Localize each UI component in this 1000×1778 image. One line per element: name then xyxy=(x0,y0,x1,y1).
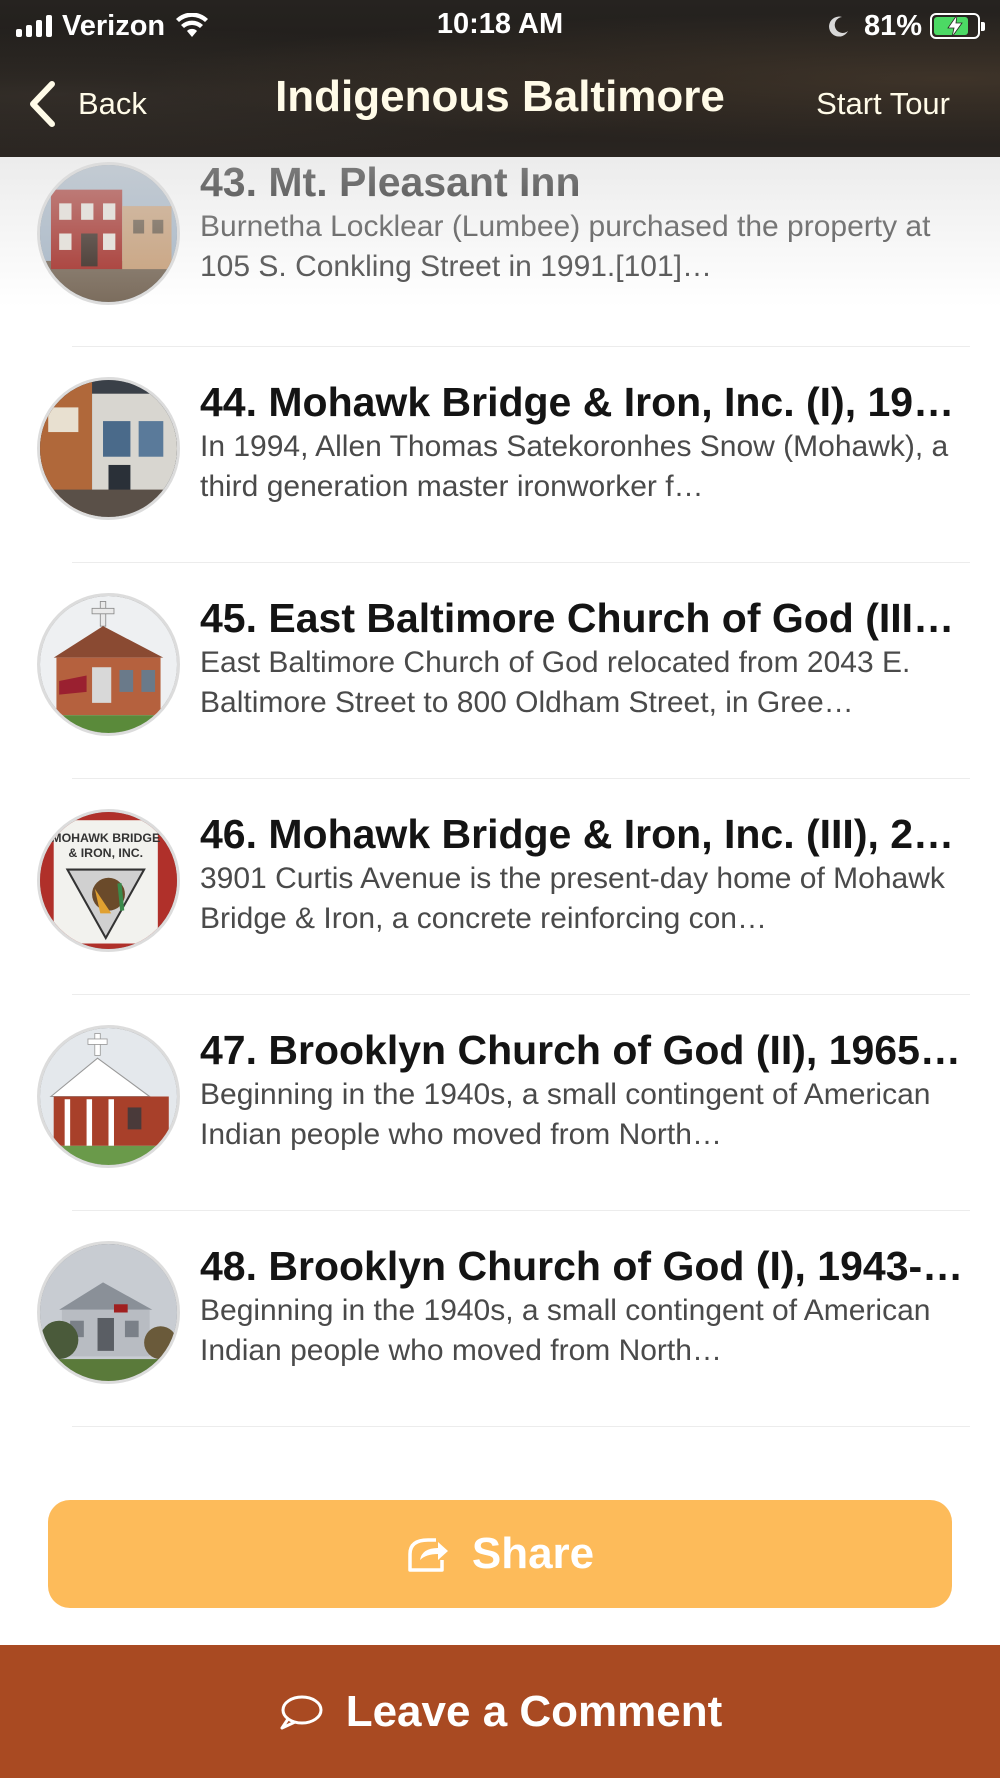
share-button[interactable]: Share xyxy=(48,1500,952,1608)
item-description: Beginning in the 1940s, a small continge… xyxy=(200,1078,931,1151)
battery-charging-icon xyxy=(930,13,985,39)
status-bar: Verizon 10:18 AM 81% xyxy=(0,0,1000,52)
moon-icon xyxy=(828,16,848,37)
battery-percent: 81% xyxy=(863,9,922,42)
tour-stop-list: 43. Mt. Pleasant Inn Burnetha Locklear (… xyxy=(0,157,1000,1427)
thumbnail-image xyxy=(37,1241,180,1384)
item-description: In 1994, Allen Thomas Satekoronhes Snow … xyxy=(200,430,949,503)
list-item[interactable]: 45. East Baltimore Church of God (III)… … xyxy=(0,563,1000,779)
list-item[interactable]: MOHAWK BRIDGE & IRON, INC. 46. Mohawk Br… xyxy=(0,779,1000,995)
speech-bubble-icon xyxy=(280,1695,323,1729)
item-title: 48. Brooklyn Church of God (I), 1943-… xyxy=(200,1243,964,1289)
thumbnail-image xyxy=(37,162,180,305)
item-description: East Baltimore Church of God relocated f… xyxy=(200,646,911,719)
item-description: Beginning in the 1940s, a small continge… xyxy=(200,1294,931,1367)
header: Verizon 10:18 AM 81% Back Indigenous Bal… xyxy=(0,0,1000,157)
thumbnail-image xyxy=(37,1025,180,1168)
item-title: 46. Mohawk Bridge & Iron, Inc. (III), 2… xyxy=(200,811,955,857)
app-screen: Verizon 10:18 AM 81% Back Indigenous Bal… xyxy=(0,0,1000,1778)
page-title: Indigenous Baltimore xyxy=(275,72,725,121)
item-title: 47. Brooklyn Church of God (II), 1965… xyxy=(200,1027,961,1073)
sign-text-line-2: & IRON, INC. xyxy=(68,846,143,860)
thumbnail-image xyxy=(37,377,180,520)
item-title: 45. East Baltimore Church of God (III)… xyxy=(200,595,964,641)
list-item[interactable]: 44. Mohawk Bridge & Iron, Inc. (I), 19… … xyxy=(0,347,1000,563)
share-icon xyxy=(408,1538,448,1572)
nav-bar: Back Indigenous Baltimore Start Tour xyxy=(0,52,1000,157)
list-item[interactable]: 43. Mt. Pleasant Inn Burnetha Locklear (… xyxy=(0,157,1000,347)
thumbnail-image: MOHAWK BRIDGE & IRON, INC. xyxy=(37,809,180,952)
start-tour-button[interactable]: Start Tour xyxy=(816,86,950,122)
sign-text-line-1: MOHAWK BRIDGE xyxy=(51,831,160,845)
leave-comment-button[interactable]: Leave a Comment xyxy=(0,1645,1000,1778)
item-description: 3901 Curtis Avenue is the present-day ho… xyxy=(200,862,945,935)
list-item[interactable]: 47. Brooklyn Church of God (II), 1965… B… xyxy=(0,995,1000,1211)
divider xyxy=(72,1426,970,1427)
back-label: Back xyxy=(78,86,147,121)
chevron-left-icon xyxy=(30,81,55,127)
item-title: 43. Mt. Pleasant Inn xyxy=(200,159,581,205)
item-description: Burnetha Locklear (Lumbee) purchased the… xyxy=(200,210,931,283)
thumbnail-image xyxy=(37,593,180,736)
back-button[interactable]: Back xyxy=(28,76,147,132)
share-label: Share xyxy=(471,1529,595,1578)
list-item[interactable]: 48. Brooklyn Church of God (I), 1943-… B… xyxy=(0,1211,1000,1427)
item-title: 44. Mohawk Bridge & Iron, Inc. (I), 19… xyxy=(200,379,955,425)
comment-label: Leave a Comment xyxy=(345,1686,723,1736)
